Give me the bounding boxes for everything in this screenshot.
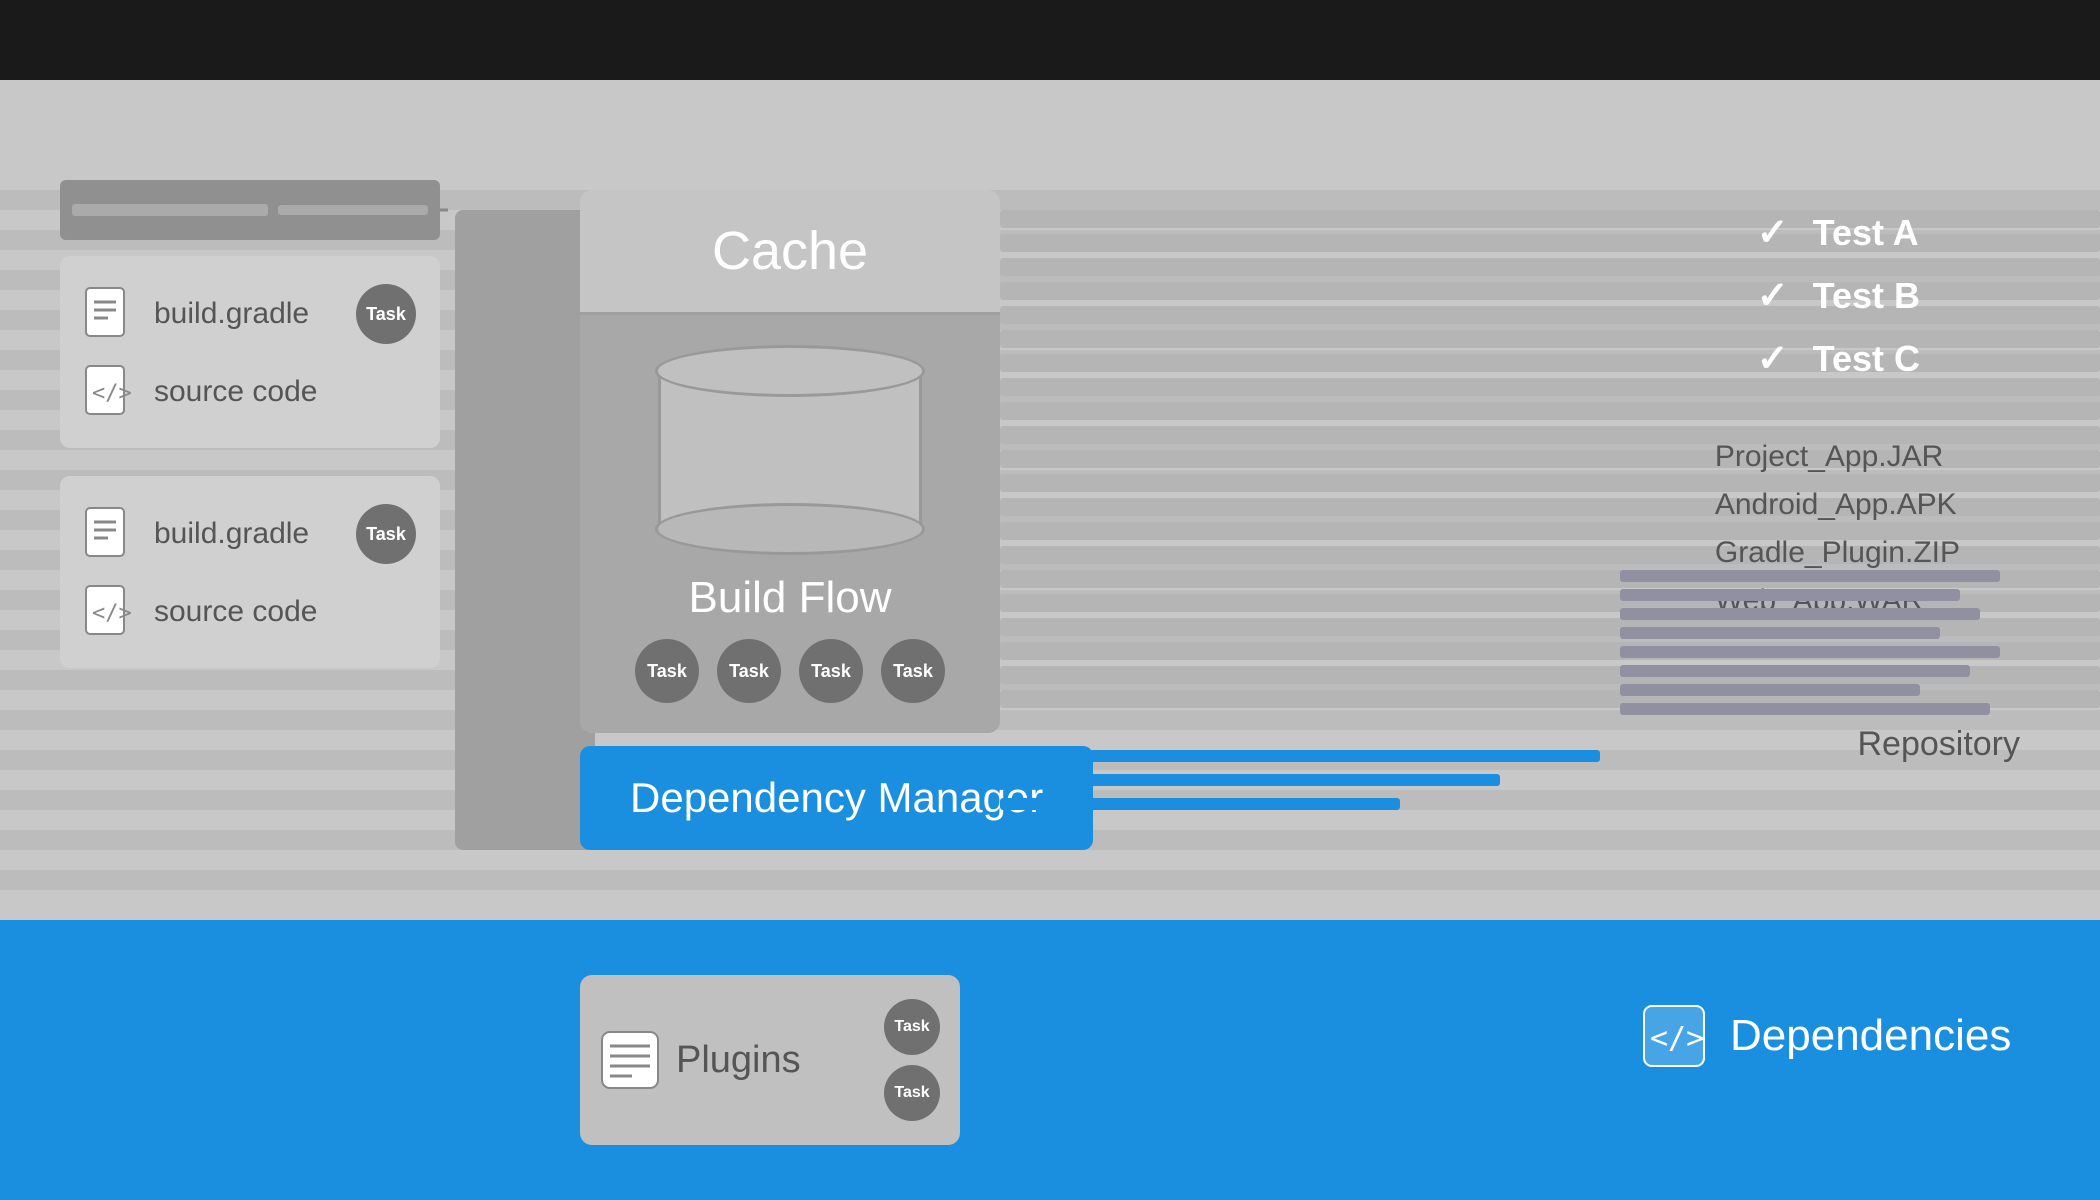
dependencies-code-icon: </> [1642, 1004, 1706, 1068]
repository-label: Repository [1620, 725, 2020, 764]
task-badge-1: Task [356, 284, 416, 344]
cache-build-container: Cache Build Flow Task Task Task Task [580, 190, 1000, 733]
plugins-icon [600, 1030, 660, 1090]
left-panel: build.gradle Task </> source code [60, 180, 480, 696]
cylinder [655, 345, 925, 555]
file-row-gradle-1: build.gradle Task [84, 284, 416, 344]
file-card-1: build.gradle Task </> source code [60, 256, 440, 448]
conn-line-5 [1000, 306, 2100, 324]
dependencies-label: Dependencies [1730, 1011, 2011, 1061]
conn-line-8 [1000, 378, 2100, 396]
test-results: ✓ Test A ✓ Test B ✓ Test C [1757, 210, 1920, 399]
conn-line-7 [1000, 354, 2100, 372]
check-icon-c: ✓ [1757, 336, 1789, 381]
plugins-label: Plugins [676, 1039, 868, 1082]
repo-lines [1620, 570, 2020, 715]
test-b-label: Test B [1813, 275, 1920, 317]
compressed-bar [60, 180, 440, 240]
blue-line-2 [1000, 774, 1500, 786]
output-jar: Project_App.JAR [1715, 440, 1960, 474]
test-a-item: ✓ Test A [1757, 210, 1920, 255]
conn-line-6 [1000, 330, 2100, 348]
task-3: Task [799, 639, 863, 703]
cylinder-bottom [655, 503, 925, 555]
svg-text:</>: </> [92, 381, 132, 406]
file-row-source-2: </> source code [84, 584, 416, 640]
plugin-tasks: Task Task [884, 999, 940, 1121]
check-icon-a: ✓ [1757, 210, 1789, 255]
cache-header: Cache [580, 190, 1000, 315]
task-badge-2: Task [356, 504, 416, 564]
top-bar [0, 0, 2100, 80]
main-area: build.gradle Task </> source code [0, 80, 2100, 920]
task-1: Task [635, 639, 699, 703]
document-icon-2 [84, 506, 134, 562]
repo-line-1 [1620, 570, 2000, 582]
source-label-2: source code [154, 595, 317, 629]
gradle-label-1: build.gradle [154, 297, 309, 331]
output-zip: Gradle_Plugin.ZIP [1715, 536, 1960, 570]
conn-line-1 [1000, 210, 2100, 228]
cylinder-top [655, 345, 925, 397]
cache-label: Cache [712, 221, 868, 281]
plugins-box: Plugins Task Task [580, 975, 960, 1145]
plugin-task-1: Task [884, 999, 940, 1055]
document-icon-1 [84, 286, 134, 342]
svg-text:</>: </> [92, 601, 132, 626]
repository-area: Repository [1620, 570, 2020, 764]
build-flow-body: Build Flow Task Task Task Task [580, 315, 1000, 733]
file-card-2: build.gradle Task </> source code [60, 476, 440, 668]
conn-line-2 [1000, 234, 2100, 252]
bottom-bar: Plugins Task Task </> Dependencies [0, 920, 2100, 1200]
conn-line-4 [1000, 282, 2100, 300]
conn-line-3 [1000, 258, 2100, 276]
source-label-1: source code [154, 375, 317, 409]
bar-line2 [278, 205, 428, 215]
repo-line-4 [1620, 627, 1940, 639]
repo-line-6 [1620, 665, 1970, 677]
test-c-item: ✓ Test C [1757, 336, 1920, 381]
dependencies-box[interactable]: </> Dependencies [1610, 964, 2040, 1108]
file-row-source-1: </> source code [84, 364, 416, 420]
repo-line-5 [1620, 646, 2000, 658]
test-c-label: Test C [1813, 338, 1920, 380]
repo-line-8 [1620, 703, 1990, 715]
svg-text:</>: </> [1650, 1021, 1704, 1056]
code-icon-2: </> [84, 584, 134, 640]
gradle-label-2: build.gradle [154, 517, 309, 551]
repo-line-2 [1620, 589, 1960, 601]
check-icon-b: ✓ [1757, 273, 1789, 318]
blue-line-3 [1000, 798, 1400, 810]
build-flow-label: Build Flow [600, 573, 980, 623]
tasks-row: Task Task Task Task [600, 639, 980, 703]
output-apk: Android_App.APK [1715, 488, 1960, 522]
plugin-task-2: Task [884, 1065, 940, 1121]
dependency-manager-label: Dependency Manager [630, 774, 1043, 821]
code-icon-1: </> [84, 364, 134, 420]
bar-line [72, 204, 268, 216]
conn-line-9 [1000, 402, 2100, 420]
test-a-label: Test A [1813, 212, 1919, 254]
file-row-gradle-2: build.gradle Task [84, 504, 416, 564]
blue-line-1 [1000, 750, 1600, 762]
repo-line-3 [1620, 608, 1980, 620]
test-b-item: ✓ Test B [1757, 273, 1920, 318]
task-2: Task [717, 639, 781, 703]
task-4: Task [881, 639, 945, 703]
repo-line-7 [1620, 684, 1920, 696]
